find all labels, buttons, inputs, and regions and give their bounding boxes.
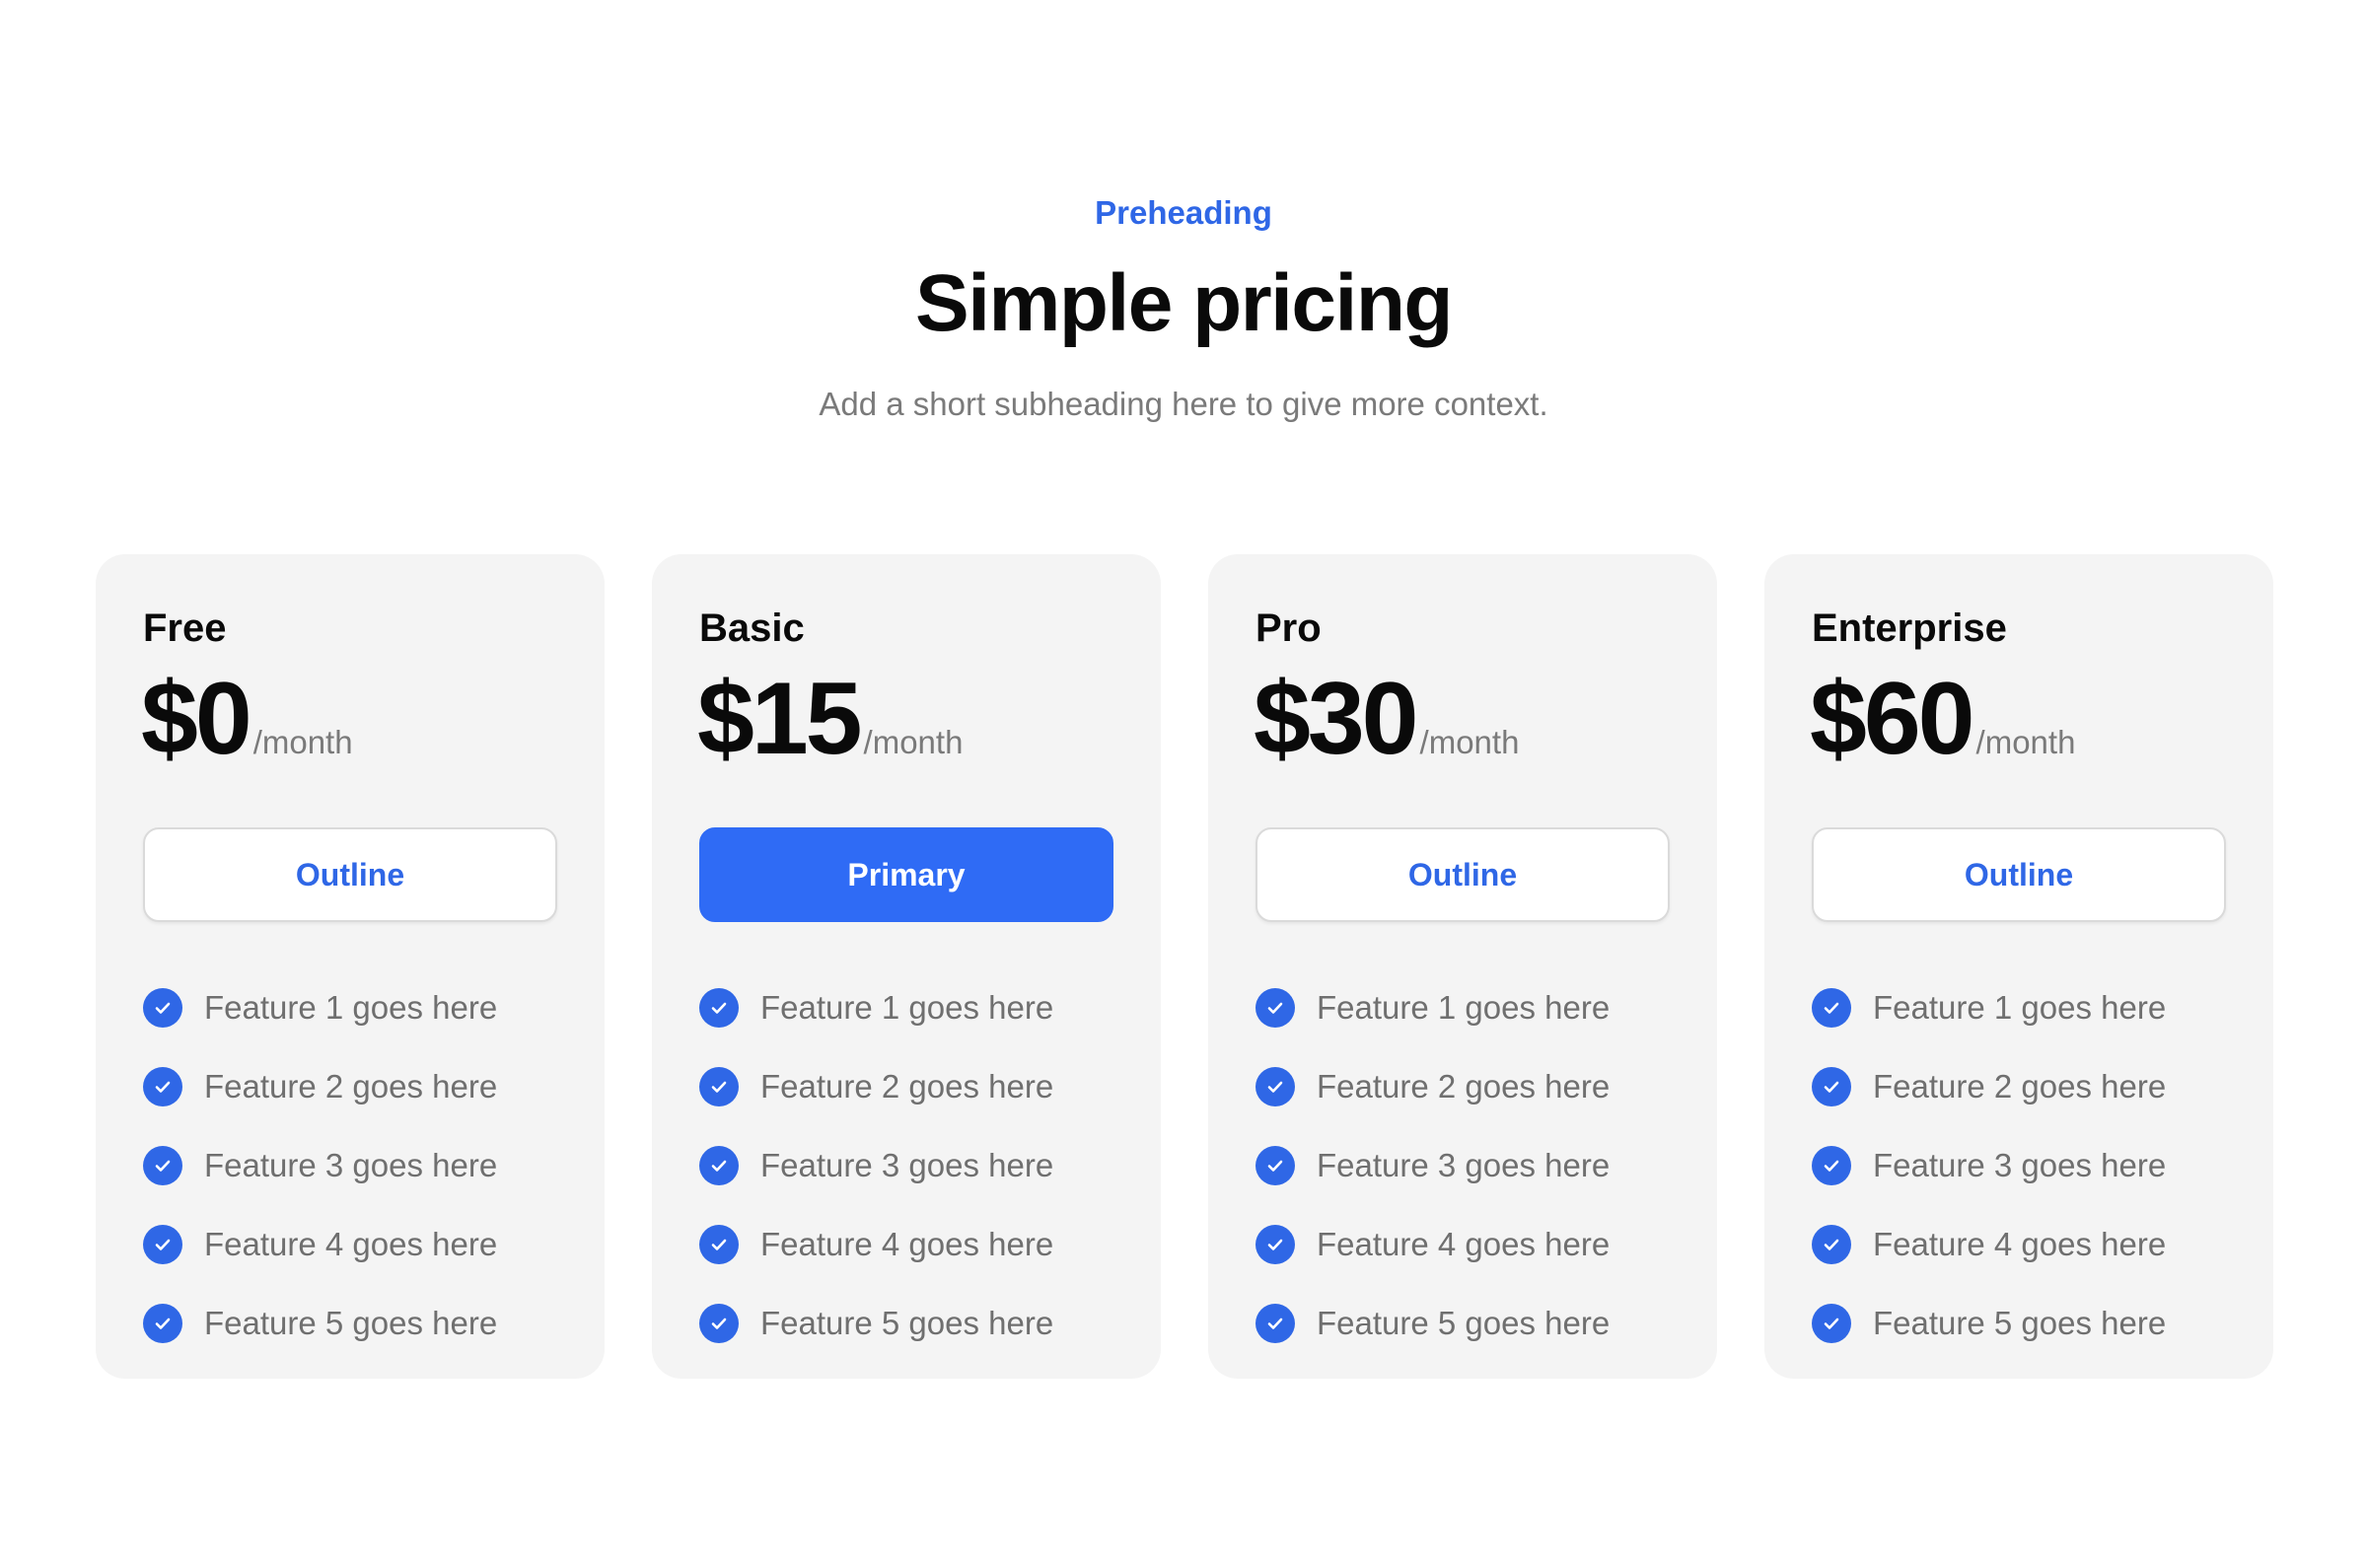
plan-price: $0 xyxy=(141,662,252,776)
pricing-card-free: Free $0 /month Outline Feature 1 goes he… xyxy=(96,554,605,1379)
check-circle-icon xyxy=(1255,1146,1295,1185)
feature-text: Feature 2 goes here xyxy=(1873,1068,2167,1105)
feature-text: Feature 3 goes here xyxy=(204,1147,498,1183)
feature-item: Feature 2 goes here xyxy=(143,1047,497,1126)
outline-button[interactable]: Outline xyxy=(143,827,557,922)
feature-item: Feature 2 goes here xyxy=(1812,1047,2166,1126)
check-circle-icon xyxy=(699,1067,739,1106)
plan-price: $15 xyxy=(697,662,863,776)
feature-item: Feature 4 goes here xyxy=(143,1205,497,1284)
check-circle-icon xyxy=(699,988,739,1028)
feature-item: Feature 1 goes here xyxy=(1255,968,1610,1047)
price-row: $15 /month xyxy=(697,665,963,773)
feature-item: Feature 2 goes here xyxy=(1255,1047,1610,1126)
feature-list: Feature 1 goes here Feature 2 goes here … xyxy=(1255,968,1610,1363)
check-circle-icon xyxy=(1812,988,1851,1028)
check-circle-icon xyxy=(143,1146,182,1185)
feature-text: Feature 2 goes here xyxy=(1317,1068,1611,1105)
check-circle-icon xyxy=(699,1146,739,1185)
check-circle-icon xyxy=(1255,988,1295,1028)
feature-text: Feature 5 goes here xyxy=(204,1305,498,1341)
check-circle-icon xyxy=(699,1304,739,1343)
plan-name: Basic xyxy=(699,606,805,650)
feature-item: Feature 3 goes here xyxy=(143,1126,497,1205)
price-period: /month xyxy=(252,724,353,760)
feature-text: Feature 1 goes here xyxy=(760,989,1054,1026)
feature-text: Feature 4 goes here xyxy=(1317,1226,1611,1262)
feature-item: Feature 1 goes here xyxy=(699,968,1053,1047)
feature-text: Feature 5 goes here xyxy=(1873,1305,2167,1341)
check-circle-icon xyxy=(699,1225,739,1264)
plan-price: $30 xyxy=(1254,662,1419,776)
feature-item: Feature 1 goes here xyxy=(143,968,497,1047)
feature-text: Feature 1 goes here xyxy=(1873,989,2167,1026)
check-circle-icon xyxy=(1255,1067,1295,1106)
price-period: /month xyxy=(1419,724,1520,760)
check-circle-icon xyxy=(1255,1225,1295,1264)
feature-text: Feature 4 goes here xyxy=(760,1226,1054,1262)
pricing-card-enterprise: Enterprise $60 /month Outline Feature 1 … xyxy=(1764,554,2273,1379)
feature-item: Feature 3 goes here xyxy=(699,1126,1053,1205)
feature-list: Feature 1 goes here Feature 2 goes here … xyxy=(1812,968,2166,1363)
feature-item: Feature 5 goes here xyxy=(699,1284,1053,1363)
plan-name: Pro xyxy=(1255,606,1322,650)
check-circle-icon xyxy=(143,1304,182,1343)
pricing-card-pro: Pro $30 /month Outline Feature 1 goes he… xyxy=(1208,554,1717,1379)
pricing-page: Preheading Simple pricing Add a short su… xyxy=(0,0,2367,1568)
preheading: Preheading xyxy=(1095,194,1272,231)
feature-list: Feature 1 goes here Feature 2 goes here … xyxy=(143,968,497,1363)
feature-text: Feature 2 goes here xyxy=(204,1068,498,1105)
plan-name: Free xyxy=(143,606,227,650)
feature-text: Feature 3 goes here xyxy=(1317,1147,1611,1183)
feature-item: Feature 5 goes here xyxy=(1255,1284,1610,1363)
check-circle-icon xyxy=(143,1225,182,1264)
feature-item: Feature 3 goes here xyxy=(1812,1126,2166,1205)
price-row: $60 /month xyxy=(1810,665,2075,773)
feature-list: Feature 1 goes here Feature 2 goes here … xyxy=(699,968,1053,1363)
price-row: $30 /month xyxy=(1254,665,1519,773)
feature-text: Feature 2 goes here xyxy=(760,1068,1054,1105)
feature-text: Feature 3 goes here xyxy=(1873,1147,2167,1183)
feature-text: Feature 1 goes here xyxy=(204,989,498,1026)
feature-item: Feature 2 goes here xyxy=(699,1047,1053,1126)
feature-item: Feature 3 goes here xyxy=(1255,1126,1610,1205)
feature-text: Feature 5 goes here xyxy=(760,1305,1054,1341)
check-circle-icon xyxy=(143,1067,182,1106)
price-period: /month xyxy=(863,724,964,760)
feature-text: Feature 4 goes here xyxy=(204,1226,498,1262)
check-circle-icon xyxy=(1812,1067,1851,1106)
check-circle-icon xyxy=(1812,1146,1851,1185)
feature-text: Feature 1 goes here xyxy=(1317,989,1611,1026)
feature-item: Feature 5 goes here xyxy=(143,1284,497,1363)
subheading: Add a short subheading here to give more… xyxy=(819,386,1548,422)
plan-price: $60 xyxy=(1810,662,1975,776)
feature-item: Feature 4 goes here xyxy=(1255,1205,1610,1284)
feature-item: Feature 4 goes here xyxy=(1812,1205,2166,1284)
outline-button[interactable]: Outline xyxy=(1812,827,2226,922)
pricing-card-basic: Basic $15 /month Primary Feature 1 goes … xyxy=(652,554,1161,1379)
check-circle-icon xyxy=(1812,1304,1851,1343)
feature-text: Feature 4 goes here xyxy=(1873,1226,2167,1262)
feature-item: Feature 1 goes here xyxy=(1812,968,2166,1047)
primary-button[interactable]: Primary xyxy=(699,827,1113,922)
feature-text: Feature 5 goes here xyxy=(1317,1305,1611,1341)
check-circle-icon xyxy=(143,988,182,1028)
feature-item: Feature 4 goes here xyxy=(699,1205,1053,1284)
page-title: Simple pricing xyxy=(915,258,1454,348)
price-row: $0 /month xyxy=(141,665,353,773)
feature-text: Feature 3 goes here xyxy=(760,1147,1054,1183)
feature-item: Feature 5 goes here xyxy=(1812,1284,2166,1363)
plan-name: Enterprise xyxy=(1812,606,2007,650)
check-circle-icon xyxy=(1812,1225,1851,1264)
outline-button[interactable]: Outline xyxy=(1255,827,1670,922)
price-period: /month xyxy=(1975,724,2076,760)
check-circle-icon xyxy=(1255,1304,1295,1343)
